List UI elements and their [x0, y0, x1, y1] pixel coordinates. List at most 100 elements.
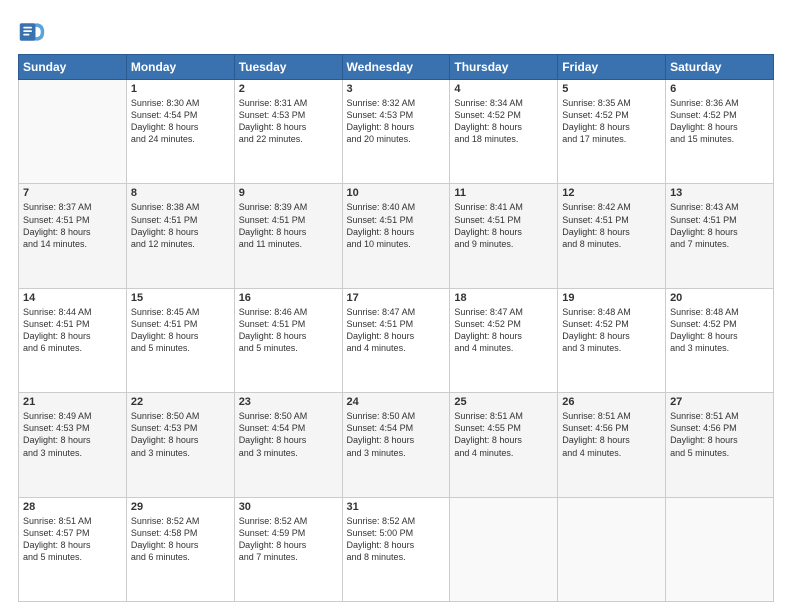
day-info: Sunrise: 8:48 AM Sunset: 4:52 PM Dayligh… [562, 306, 661, 355]
day-info: Sunrise: 8:30 AM Sunset: 4:54 PM Dayligh… [131, 97, 230, 146]
calendar-cell: 10Sunrise: 8:40 AM Sunset: 4:51 PM Dayli… [342, 184, 450, 288]
day-info: Sunrise: 8:50 AM Sunset: 4:53 PM Dayligh… [131, 410, 230, 459]
calendar-cell: 14 Sunrise: 8:44 AM Sunset: 4:51 PM Dayli… [19, 288, 127, 392]
day-info: Sunrise: 8:46 AM Sunset: 4:51 PM Dayligh… [239, 306, 338, 355]
page: SundayMondayTuesdayWednesdayThursdayFrid… [0, 0, 792, 612]
calendar-cell: 22 Sunrise: 8:50 AM Sunset: 4:53 PM Dayli… [126, 393, 234, 497]
day-info: Sunrise: 8:51 AM Sunset: 4:55 PM Dayligh… [454, 410, 553, 459]
day-info: Sunrise: 8:34 AM Sunset: 4:52 PM Dayligh… [454, 97, 553, 146]
day-number: 11 [454, 187, 553, 199]
day-number: 31 [347, 501, 446, 513]
day-info: Sunrise: 8:52 AM Sunset: 4:59 PM Dayligh… [239, 515, 338, 564]
calendar-cell: 2 Sunrise: 8:31 AM Sunset: 4:53 PM Daylig… [234, 80, 342, 184]
day-info: Sunrise: 8:50 AM Sunset: 4:54 PM Dayligh… [347, 410, 446, 459]
day-number: 7 [23, 187, 122, 199]
day-number: 9 [239, 187, 338, 199]
day-number: 3 [347, 83, 446, 95]
calendar-cell: 23Sunrise: 8:50 AM Sunset: 4:54 PM Dayli… [234, 393, 342, 497]
day-info: Sunrise: 8:51 AM Sunset: 4:56 PM Dayligh… [670, 410, 769, 459]
calendar-cell: 12Sunrise: 8:42 AM Sunset: 4:51 PM Dayli… [558, 184, 666, 288]
day-number: 26 [562, 396, 661, 408]
day-number: 25 [454, 396, 553, 408]
calendar-cell [558, 497, 666, 601]
day-info: Sunrise: 8:47 AM Sunset: 4:52 PM Dayligh… [454, 306, 553, 355]
day-number: 29 [131, 501, 230, 513]
calendar-cell: 13 Sunrise: 8:43 AM Sunset: 4:51 PM Dayli… [666, 184, 774, 288]
day-number: 24 [347, 396, 446, 408]
calendar-cell: 21 Sunrise: 8:49 AM Sunset: 4:53 PM Dayli… [19, 393, 127, 497]
day-info: Sunrise: 8:47 AM Sunset: 4:51 PM Dayligh… [347, 306, 446, 355]
day-info: Sunrise: 8:39 AM Sunset: 4:51 PM Dayligh… [239, 201, 338, 250]
calendar-cell: 31Sunrise: 8:52 AM Sunset: 5:00 PM Dayli… [342, 497, 450, 601]
day-number: 16 [239, 292, 338, 304]
day-number: 12 [562, 187, 661, 199]
calendar-cell [450, 497, 558, 601]
calendar-cell: 4 Sunrise: 8:34 AM Sunset: 4:52 PM Daylig… [450, 80, 558, 184]
logo [18, 18, 50, 46]
day-info: Sunrise: 8:38 AM Sunset: 4:51 PM Dayligh… [131, 201, 230, 250]
calendar-cell: 24 Sunrise: 8:50 AM Sunset: 4:54 PM Dayli… [342, 393, 450, 497]
day-number: 30 [239, 501, 338, 513]
calendar-week-1: 1 Sunrise: 8:30 AM Sunset: 4:54 PM Daylig… [19, 80, 774, 184]
day-info: Sunrise: 8:35 AM Sunset: 4:52 PM Dayligh… [562, 97, 661, 146]
day-number: 18 [454, 292, 553, 304]
day-number: 4 [454, 83, 553, 95]
day-info: Sunrise: 8:40 AM Sunset: 4:51 PM Dayligh… [347, 201, 446, 250]
day-number: 19 [562, 292, 661, 304]
day-info: Sunrise: 8:51 AM Sunset: 4:57 PM Dayligh… [23, 515, 122, 564]
day-number: 6 [670, 83, 769, 95]
day-number: 27 [670, 396, 769, 408]
calendar-cell: 16 Sunrise: 8:46 AM Sunset: 4:51 PM Dayli… [234, 288, 342, 392]
day-number: 22 [131, 396, 230, 408]
calendar-cell: 5 Sunrise: 8:35 AM Sunset: 4:52 PM Daylig… [558, 80, 666, 184]
day-info: Sunrise: 8:41 AM Sunset: 4:51 PM Dayligh… [454, 201, 553, 250]
day-number: 5 [562, 83, 661, 95]
logo-icon [18, 18, 46, 46]
calendar-header-friday: Friday [558, 55, 666, 80]
calendar-cell [19, 80, 127, 184]
calendar-cell: 29Sunrise: 8:52 AM Sunset: 4:58 PM Dayli… [126, 497, 234, 601]
day-number: 21 [23, 396, 122, 408]
header [18, 18, 774, 46]
calendar-cell: 17Sunrise: 8:47 AM Sunset: 4:51 PM Dayli… [342, 288, 450, 392]
day-info: Sunrise: 8:43 AM Sunset: 4:51 PM Dayligh… [670, 201, 769, 250]
day-info: Sunrise: 8:32 AM Sunset: 4:53 PM Dayligh… [347, 97, 446, 146]
calendar-cell: 28 Sunrise: 8:51 AM Sunset: 4:57 PM Dayli… [19, 497, 127, 601]
day-info: Sunrise: 8:45 AM Sunset: 4:51 PM Dayligh… [131, 306, 230, 355]
calendar-cell: 20Sunrise: 8:48 AM Sunset: 4:52 PM Dayli… [666, 288, 774, 392]
calendar-week-3: 14 Sunrise: 8:44 AM Sunset: 4:51 PM Dayli… [19, 288, 774, 392]
day-number: 13 [670, 187, 769, 199]
day-info: Sunrise: 8:31 AM Sunset: 4:53 PM Dayligh… [239, 97, 338, 146]
calendar-cell: 9 Sunrise: 8:39 AM Sunset: 4:51 PM Daylig… [234, 184, 342, 288]
calendar-header-tuesday: Tuesday [234, 55, 342, 80]
calendar-cell: 27 Sunrise: 8:51 AM Sunset: 4:56 PM Dayli… [666, 393, 774, 497]
day-info: Sunrise: 8:51 AM Sunset: 4:56 PM Dayligh… [562, 410, 661, 459]
calendar-header-wednesday: Wednesday [342, 55, 450, 80]
day-number: 2 [239, 83, 338, 95]
day-info: Sunrise: 8:36 AM Sunset: 4:52 PM Dayligh… [670, 97, 769, 146]
calendar-cell [666, 497, 774, 601]
calendar-week-2: 7 Sunrise: 8:37 AM Sunset: 4:51 PM Daylig… [19, 184, 774, 288]
day-number: 1 [131, 83, 230, 95]
day-info: Sunrise: 8:50 AM Sunset: 4:54 PM Dayligh… [239, 410, 338, 459]
calendar-header-row: SundayMondayTuesdayWednesdayThursdayFrid… [19, 55, 774, 80]
calendar-cell: 11 Sunrise: 8:41 AM Sunset: 4:51 PM Dayli… [450, 184, 558, 288]
day-info: Sunrise: 8:37 AM Sunset: 4:51 PM Dayligh… [23, 201, 122, 250]
day-number: 14 [23, 292, 122, 304]
day-number: 8 [131, 187, 230, 199]
calendar-week-4: 21 Sunrise: 8:49 AM Sunset: 4:53 PM Dayli… [19, 393, 774, 497]
day-info: Sunrise: 8:44 AM Sunset: 4:51 PM Dayligh… [23, 306, 122, 355]
calendar-cell: 6 Sunrise: 8:36 AM Sunset: 4:52 PM Daylig… [666, 80, 774, 184]
day-info: Sunrise: 8:49 AM Sunset: 4:53 PM Dayligh… [23, 410, 122, 459]
calendar-header-saturday: Saturday [666, 55, 774, 80]
calendar-week-5: 28 Sunrise: 8:51 AM Sunset: 4:57 PM Dayli… [19, 497, 774, 601]
calendar-header-monday: Monday [126, 55, 234, 80]
calendar-cell: 26 Sunrise: 8:51 AM Sunset: 4:56 PM Dayli… [558, 393, 666, 497]
day-info: Sunrise: 8:48 AM Sunset: 4:52 PM Dayligh… [670, 306, 769, 355]
day-number: 28 [23, 501, 122, 513]
calendar-cell: 7 Sunrise: 8:37 AM Sunset: 4:51 PM Daylig… [19, 184, 127, 288]
calendar-cell: 18 Sunrise: 8:47 AM Sunset: 4:52 PM Dayli… [450, 288, 558, 392]
calendar-header-thursday: Thursday [450, 55, 558, 80]
calendar-header-sunday: Sunday [19, 55, 127, 80]
calendar-cell: 1 Sunrise: 8:30 AM Sunset: 4:54 PM Daylig… [126, 80, 234, 184]
